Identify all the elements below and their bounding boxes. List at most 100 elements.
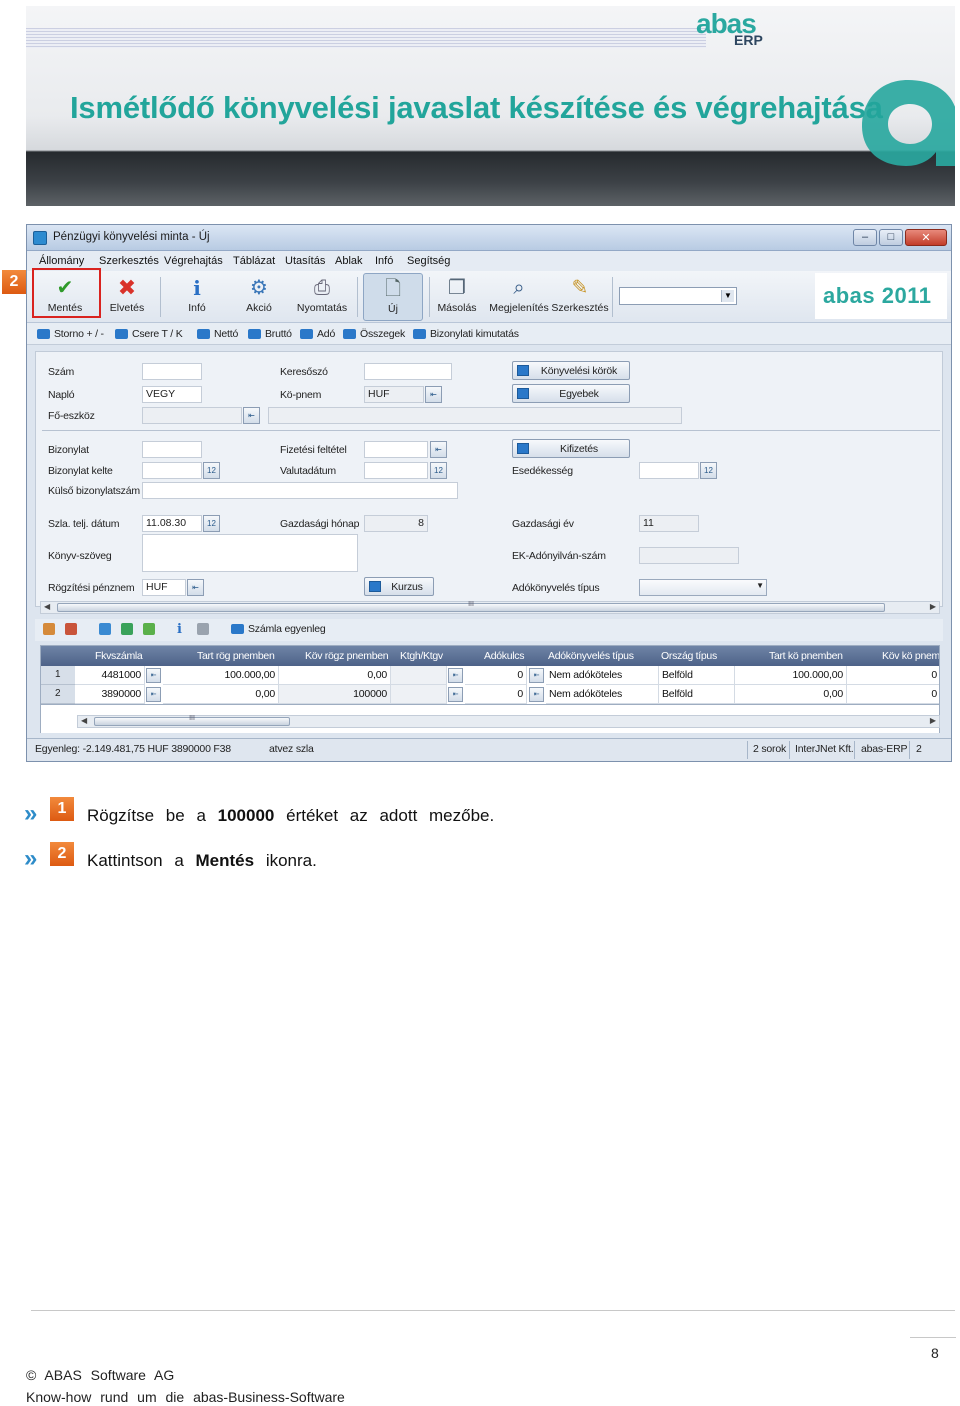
close-button[interactable]: ✕ xyxy=(905,229,947,246)
akcio-button[interactable]: ⚙ Akció xyxy=(237,273,281,321)
col-kov-rogz-pnemben[interactable]: Köv rögz pnemben xyxy=(305,650,389,662)
maximize-button[interactable]: □ xyxy=(879,229,903,246)
valutadatum-input[interactable] xyxy=(364,462,428,479)
nyomtatas-button[interactable]: ⎙ Nyomtatás xyxy=(297,273,347,321)
kurzus-button[interactable]: Kurzus xyxy=(364,577,434,596)
konem-input[interactable]: HUF xyxy=(364,386,424,403)
col-fkvszamla[interactable]: Fkvszámla xyxy=(95,650,143,662)
kifizetes-button[interactable]: Kifizetés xyxy=(512,439,630,458)
tart-rog-pnemben-cell[interactable]: 100.000,00 xyxy=(163,666,279,685)
tart-rog-pnemben-cell[interactable]: 0,00 xyxy=(163,685,279,704)
masolas-button[interactable]: ❐ Másolás xyxy=(435,273,479,321)
form-horizontal-scrollbar[interactable]: ◀ III ▶ xyxy=(40,601,940,614)
row-number[interactable]: 2 xyxy=(41,685,75,704)
copy-row-icon[interactable] xyxy=(121,623,133,635)
szamla-egyenleg-button[interactable]: Számla egyenleg xyxy=(231,623,326,635)
table-horizontal-scrollbar[interactable]: ◀ III ▶ xyxy=(77,715,940,728)
table-scroll-thumb[interactable]: III xyxy=(94,715,290,726)
adokulcs-lookup-icon[interactable]: ⇤ xyxy=(529,687,544,702)
minimize-button[interactable]: – xyxy=(853,229,877,246)
egyebek-button[interactable]: Egyebek xyxy=(512,384,630,403)
ktgh-lookup-icon[interactable]: ⇤ xyxy=(448,687,463,702)
menu-allomany[interactable]: Állomány xyxy=(39,255,84,267)
kov-rogz-pnemben-cell[interactable]: 0,00 xyxy=(279,666,391,685)
menu-tablazat[interactable]: Táblázat xyxy=(233,255,275,267)
fkvszamla-lookup-icon[interactable]: ⇤ xyxy=(146,687,161,702)
menu-utasitas[interactable]: Utasítás xyxy=(285,255,325,267)
col-kov-ko-pnem[interactable]: Köv kö pnem xyxy=(882,650,939,662)
adokulcs-cell[interactable]: 0 xyxy=(465,685,527,704)
bizonylat-kelte-calendar-icon[interactable]: 12 xyxy=(203,462,220,479)
brutto-button[interactable]: Bruttó xyxy=(248,328,292,340)
row-info-icon[interactable]: i xyxy=(177,622,182,637)
orszag-tipus-cell[interactable]: Belföld xyxy=(659,666,735,685)
orszag-tipus-cell[interactable]: Belföld xyxy=(659,685,735,704)
menu-szerkesztes[interactable]: Szerkesztés xyxy=(99,255,159,267)
col-orszag-tipus[interactable]: Ország típus xyxy=(661,650,717,662)
keresoszo-input[interactable] xyxy=(364,363,452,380)
toolbar-dropdown[interactable]: ▼ xyxy=(619,287,737,305)
menu-vegrehajtas[interactable]: Végrehajtás xyxy=(164,255,223,267)
kulso-bizonylatszam-input[interactable] xyxy=(142,482,458,499)
menu-ablak[interactable]: Ablak xyxy=(335,255,363,267)
elvetes-button[interactable]: ✖ Elvetés xyxy=(103,273,151,321)
move-row-icon[interactable] xyxy=(99,623,111,635)
info-button[interactable]: i Infó xyxy=(175,273,219,321)
konyv-szoveg-textarea[interactable] xyxy=(142,534,358,572)
col-ktgh-ktgv[interactable]: Ktgh/Ktgv xyxy=(400,650,443,662)
konyvelesi-korok-button[interactable]: Könyvelési körök xyxy=(512,361,630,380)
delete-row-icon[interactable] xyxy=(65,623,77,635)
fkvszamla-lookup-icon[interactable]: ⇤ xyxy=(146,668,161,683)
szla-telj-datum-calendar-icon[interactable]: 12 xyxy=(203,515,220,532)
col-tart-rog-pnemben[interactable]: Tart rög pnemben xyxy=(197,650,275,662)
menu-info[interactable]: Infó xyxy=(375,255,393,267)
konem-lookup-button[interactable]: ⇤ xyxy=(425,386,442,403)
kov-rogz-pnemben-cell[interactable]: 100000 xyxy=(279,685,391,704)
osszegek-button[interactable]: Összegek xyxy=(343,328,405,340)
valutadatum-calendar-icon[interactable]: 12 xyxy=(430,462,447,479)
insert-row-icon[interactable] xyxy=(43,623,55,635)
bizonylat-input[interactable] xyxy=(142,441,202,458)
ktgh-ktgv-cell[interactable] xyxy=(391,685,447,704)
fizetesi-feltetel-input[interactable] xyxy=(364,441,428,458)
foeszkoz-input[interactable] xyxy=(142,407,242,424)
kov-ko-pnem-cell[interactable]: 0 xyxy=(847,685,939,704)
fkvszamla-cell[interactable]: 4481000 xyxy=(75,666,145,685)
bizonylati-kimutatas-button[interactable]: Bizonylati kimutatás xyxy=(413,328,519,340)
row-print-icon[interactable] xyxy=(197,623,209,635)
col-tart-ko-pnemben[interactable]: Tart kö pnemben xyxy=(769,650,843,662)
adokulcs-lookup-icon[interactable]: ⇤ xyxy=(529,668,544,683)
szam-input[interactable] xyxy=(142,363,202,380)
fkvszamla-cell[interactable]: 3890000 xyxy=(75,685,145,704)
row-number[interactable]: 1 xyxy=(41,666,75,685)
szerkesztes-button[interactable]: ✎ Szerkesztés xyxy=(551,273,608,321)
menu-segitseg[interactable]: Segítség xyxy=(407,255,450,267)
ado-button[interactable]: Adó xyxy=(300,328,335,340)
adokonyveles-tipus-cell[interactable]: Nem adóköteles xyxy=(546,685,659,704)
esedekesseg-input[interactable] xyxy=(639,462,699,479)
csere-button[interactable]: Csere T / K xyxy=(115,328,183,340)
paste-row-icon[interactable] xyxy=(143,623,155,635)
tart-ko-pnemben-cell[interactable]: 100.000,00 xyxy=(735,666,847,685)
adokonyveles-tipus-cell[interactable]: Nem adóköteles xyxy=(546,666,659,685)
kov-ko-pnem-cell[interactable]: 0 xyxy=(847,666,939,685)
naplo-input[interactable]: VEGY xyxy=(142,386,202,403)
rogzitesi-penznem-lookup-button[interactable]: ⇤ xyxy=(187,579,204,596)
rogzitesi-penznem-input[interactable]: HUF xyxy=(142,579,186,596)
ktgh-ktgv-cell[interactable] xyxy=(391,666,447,685)
uj-button[interactable]: 🗋 Új xyxy=(363,273,423,321)
col-adokulcs[interactable]: Adókulcs xyxy=(484,650,525,662)
ek-adonyilvan-szam-input[interactable] xyxy=(639,547,739,564)
megjelenites-button[interactable]: ⌕ Megjelenítés xyxy=(489,273,549,321)
col-adokonyveles-tipus[interactable]: Adókönyvelés típus xyxy=(548,650,634,662)
adokonyveles-tipus-select[interactable]: ▼ xyxy=(639,579,767,596)
storno-button[interactable]: Storno + / - xyxy=(37,328,104,340)
tart-ko-pnemben-cell[interactable]: 0,00 xyxy=(735,685,847,704)
form-scroll-thumb[interactable]: III xyxy=(57,601,885,612)
bizonylat-kelte-input[interactable] xyxy=(142,462,202,479)
esedekesseg-calendar-icon[interactable]: 12 xyxy=(700,462,717,479)
szla-telj-datum-input[interactable]: 11.08.30 xyxy=(142,515,202,532)
netto-button[interactable]: Nettó xyxy=(197,328,238,340)
fizetesi-feltetel-lookup-button[interactable]: ⇤ xyxy=(430,441,447,458)
adokulcs-cell[interactable]: 0 xyxy=(465,666,527,685)
